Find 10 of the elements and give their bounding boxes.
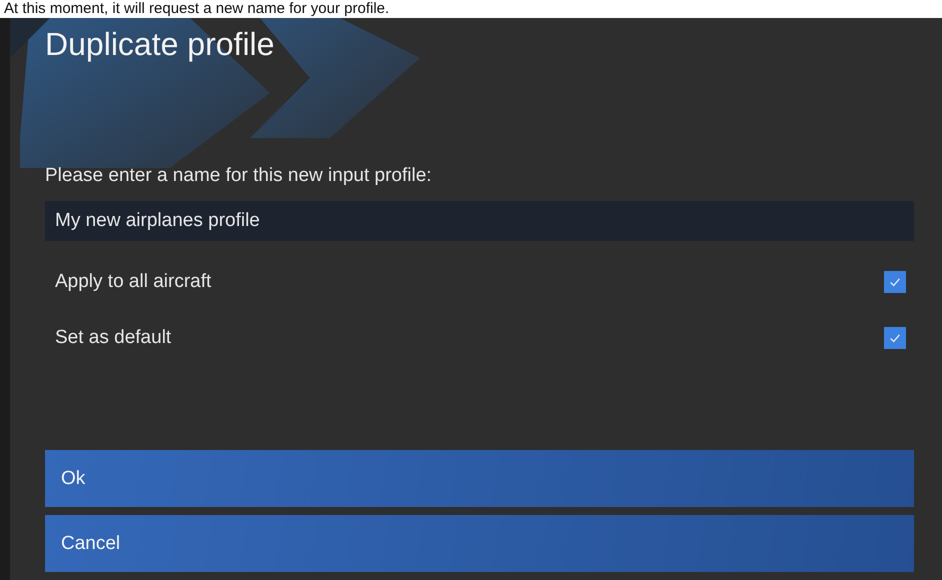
- option-label: Apply to all aircraft: [55, 271, 212, 293]
- checkbox[interactable]: [884, 271, 906, 293]
- caption-text: At this moment, it will request a new name for your profile.: [3, 0, 390, 18]
- checkbox[interactable]: [884, 327, 906, 349]
- prompt-text: Please enter a name for this new input profile:: [45, 165, 433, 187]
- dialog-button[interactable]: Cancel: [45, 515, 914, 572]
- option-label: Set as default: [55, 327, 172, 349]
- dialog-button[interactable]: Ok: [45, 450, 914, 507]
- dialog-title: Duplicate profile: [45, 26, 276, 63]
- name-input-field[interactable]: My new airplanes profile: [45, 201, 914, 241]
